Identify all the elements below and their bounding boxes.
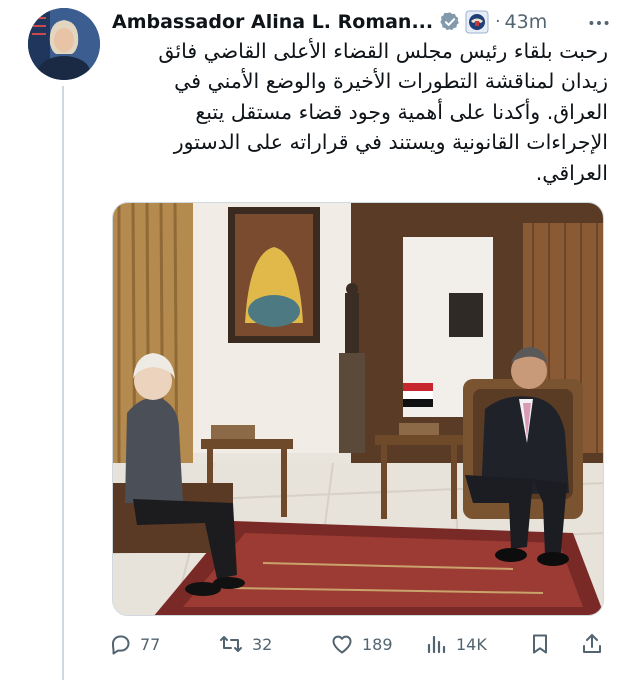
tweet-text-line: زيدان لمناقشة التطورات الأخيرة والوضع ال…: [174, 69, 608, 94]
like-button[interactable]: 189: [330, 624, 393, 664]
us-seal-icon: [465, 10, 489, 34]
thread-line: [62, 86, 64, 680]
reply-button[interactable]: 77: [108, 624, 160, 664]
views-count: 14K: [456, 634, 487, 654]
share-button[interactable]: [580, 624, 604, 664]
tweet-text-line: العراقي.: [535, 160, 608, 185]
retweet-button[interactable]: 32: [218, 624, 272, 664]
bookmark-button[interactable]: [528, 624, 552, 664]
like-count: 189: [362, 634, 393, 654]
timestamp[interactable]: 43m: [505, 11, 548, 33]
reply-icon: [108, 632, 132, 656]
tweet-text-line: العراق. وأكدنا على أهمية وجود قضاء مستقل…: [195, 99, 608, 124]
heart-icon: [330, 632, 354, 656]
tweet-header: Ambassador Alina L. Roman... · 43m: [112, 6, 547, 38]
action-bar: 77 32 189 14K: [108, 624, 608, 664]
tweet-text-line: رحبت بلقاء رئيس مجلس القضاء الأعلى القاض…: [158, 39, 608, 63]
author-name[interactable]: Ambassador Alina L. Roman...: [112, 11, 433, 33]
share-icon: [580, 632, 604, 656]
tweet-text-line: الإجراءات القانونية ويستند في قراراته عل…: [173, 130, 608, 155]
retweet-icon: [218, 632, 244, 656]
avatar[interactable]: [28, 8, 100, 80]
views-icon: [424, 632, 448, 656]
retweet-count: 32: [252, 634, 273, 654]
reply-count: 77: [140, 634, 161, 654]
verified-badge-icon[interactable]: [439, 11, 461, 33]
views-button[interactable]: 14K: [424, 624, 487, 664]
separator-dot: ·: [495, 12, 501, 32]
bookmark-icon: [528, 632, 552, 656]
tweet-photo[interactable]: [112, 202, 604, 616]
tweet-text: رحبت بلقاء رئيس مجلس القضاء الأعلى القاض…: [110, 36, 608, 188]
